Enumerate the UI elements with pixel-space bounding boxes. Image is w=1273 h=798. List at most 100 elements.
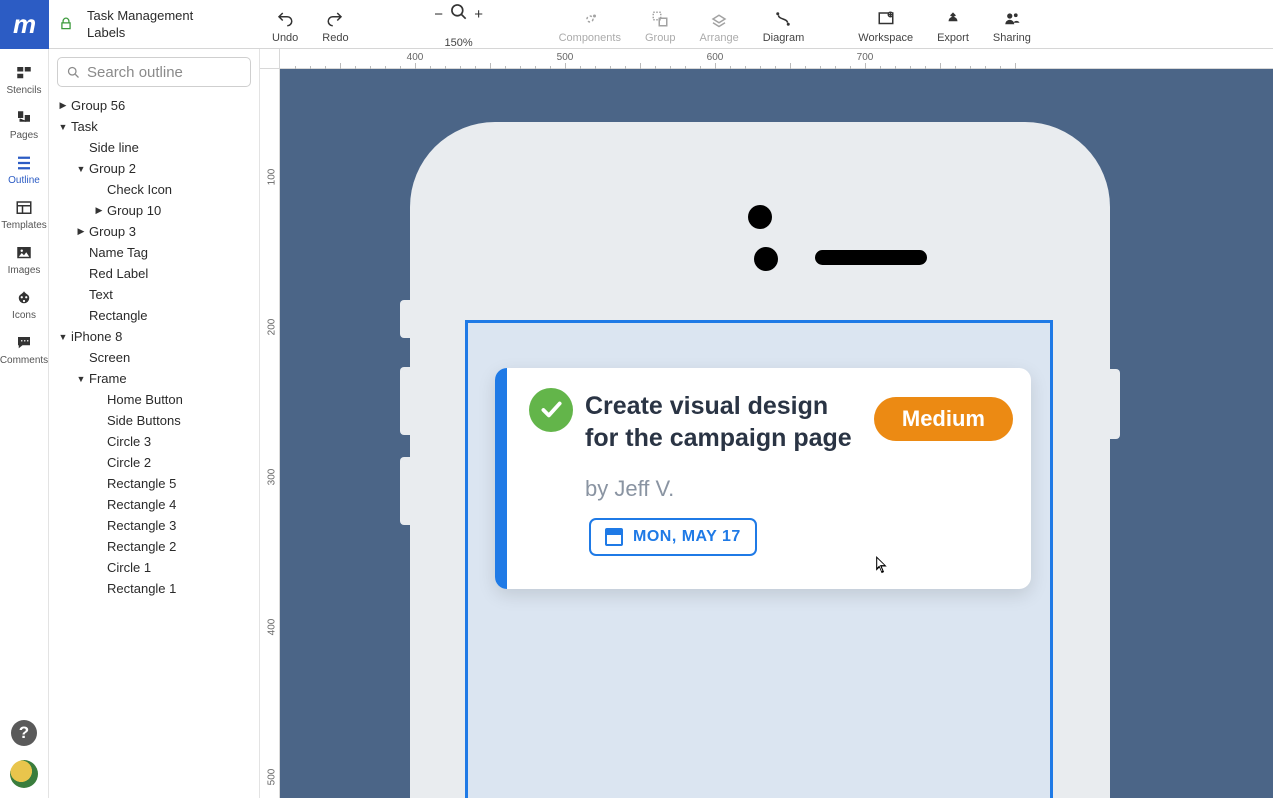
redo-button[interactable]: Redo [310, 0, 360, 49]
rail-icons[interactable]: Icons [0, 282, 49, 327]
outline-row[interactable]: Side line [49, 137, 259, 158]
outline-label: Circle 1 [107, 560, 151, 575]
outline-row[interactable]: Rectangle 5 [49, 473, 259, 494]
outline-row[interactable]: ▼Group 2 [49, 158, 259, 179]
outline-row[interactable]: Side Buttons [49, 410, 259, 431]
workspace-icon [876, 8, 896, 30]
search-icon [66, 65, 81, 80]
ruler-tick: 500 [557, 52, 574, 63]
outline-label: Rectangle 5 [107, 476, 176, 491]
outline-row[interactable]: Rectangle 4 [49, 494, 259, 515]
task-date-text: MON, MAY 17 [633, 528, 741, 546]
outline-row[interactable]: Red Label [49, 263, 259, 284]
outline-label: Rectangle 3 [107, 518, 176, 533]
undo-button[interactable]: Undo [260, 0, 310, 49]
outline-label: Group 56 [71, 98, 125, 113]
zoom-level: 150% [445, 37, 473, 49]
outline-label: Group 2 [89, 161, 136, 176]
export-button[interactable]: Export [925, 0, 981, 49]
phone-screen[interactable]: Create visual design for the campaign pa… [465, 320, 1053, 798]
ruler-tick: 700 [857, 52, 874, 63]
canvas-stage[interactable]: Create visual design for the campaign pa… [280, 69, 1273, 798]
outline-label: Side Buttons [107, 413, 181, 428]
chevron-down-icon[interactable]: ▼ [57, 122, 69, 132]
task-date-chip[interactable]: MON, MAY 17 [589, 518, 757, 556]
pages-icon [14, 108, 34, 128]
user-avatar[interactable] [10, 760, 38, 788]
chevron-down-icon[interactable]: ▼ [75, 374, 87, 384]
ruler-vertical: 100200300400500 [260, 69, 280, 798]
group-button: Group [633, 0, 688, 49]
outline-label: Circle 3 [107, 434, 151, 449]
outline-row[interactable]: Rectangle 2 [49, 536, 259, 557]
components-button: Components [547, 0, 633, 49]
outline-row[interactable]: Screen [49, 347, 259, 368]
calendar-icon [605, 528, 623, 546]
search-input[interactable]: Search outline [57, 57, 251, 87]
task-title: Create visual design for the campaign pa… [585, 390, 855, 454]
outline-label: Check Icon [107, 182, 172, 197]
zoom-control[interactable]: − + 150% [411, 0, 507, 49]
ruler-tick: 400 [267, 617, 278, 637]
outline-row[interactable]: ▶Group 56 [49, 95, 259, 116]
rail-comments[interactable]: Comments [0, 327, 49, 372]
rail-outline[interactable]: Outline [0, 147, 49, 192]
outline-row[interactable]: Text [49, 284, 259, 305]
toolbar: Undo Redo − + 150% Components Group Arra… [260, 0, 1043, 49]
icons-icon [14, 288, 34, 308]
chevron-down-icon[interactable]: ▼ [57, 332, 69, 342]
export-icon [943, 8, 963, 30]
phone-camera [748, 205, 772, 229]
outline-label: Rectangle [89, 308, 148, 323]
arrange-button: Arrange [688, 0, 751, 49]
outline-row[interactable]: Circle 1 [49, 557, 259, 578]
rail-images[interactable]: Images [0, 237, 49, 282]
arrange-icon [709, 8, 729, 30]
ruler-tick: 200 [267, 317, 278, 337]
outline-row[interactable]: ▶Group 3 [49, 221, 259, 242]
comments-icon [14, 333, 34, 353]
outline-row[interactable]: Circle 2 [49, 452, 259, 473]
workspace-button[interactable]: Workspace [846, 0, 925, 49]
chevron-right-icon[interactable]: ▶ [93, 205, 105, 216]
templates-icon [14, 198, 34, 218]
rail-templates[interactable]: Templates [0, 192, 49, 237]
outline-row[interactable]: ▼Frame [49, 368, 259, 389]
outline-row[interactable]: Check Icon [49, 179, 259, 200]
outline-label: Circle 2 [107, 455, 151, 470]
zoom-out-button[interactable]: − [431, 6, 447, 23]
outline-row[interactable]: Home Button [49, 389, 259, 410]
diagram-icon [772, 8, 794, 30]
group-icon [650, 8, 670, 30]
outline-row[interactable]: ▶Group 10 [49, 200, 259, 221]
zoom-in-button[interactable]: + [471, 6, 487, 23]
outline-row[interactable]: Rectangle 1 [49, 578, 259, 599]
left-rail: Stencils Pages Outline Templates Images … [0, 49, 49, 798]
ruler-corner [260, 49, 280, 69]
canvas[interactable]: 400500600700 100200300400500 Create visu… [260, 49, 1273, 798]
diagram-button[interactable]: Diagram [751, 0, 817, 49]
task-card[interactable]: Create visual design for the campaign pa… [495, 368, 1031, 589]
title-line-2: Labels [87, 24, 193, 41]
redo-icon [325, 8, 345, 30]
sharing-button[interactable]: Sharing [981, 0, 1043, 49]
outline-row[interactable]: ▼iPhone 8 [49, 326, 259, 347]
outline-row[interactable]: Circle 3 [49, 431, 259, 452]
chevron-right-icon[interactable]: ▶ [57, 100, 69, 111]
outline-row[interactable]: Rectangle 3 [49, 515, 259, 536]
rail-pages[interactable]: Pages [0, 102, 49, 147]
chevron-down-icon[interactable]: ▼ [75, 164, 87, 174]
outline-row[interactable]: Rectangle [49, 305, 259, 326]
chevron-right-icon[interactable]: ▶ [75, 226, 87, 237]
document-title: Task Management Labels [87, 7, 193, 41]
app-logo[interactable]: m [0, 0, 49, 49]
priority-chip[interactable]: Medium [874, 397, 1013, 441]
outline-row[interactable]: Name Tag [49, 242, 259, 263]
ruler-tick: 300 [267, 467, 278, 487]
phone-speaker [815, 250, 927, 265]
help-button[interactable]: ? [11, 720, 37, 746]
cursor-icon [876, 556, 889, 575]
document-title-block[interactable]: Task Management Labels [59, 7, 193, 41]
outline-row[interactable]: ▼Task [49, 116, 259, 137]
rail-stencils[interactable]: Stencils [0, 57, 49, 102]
